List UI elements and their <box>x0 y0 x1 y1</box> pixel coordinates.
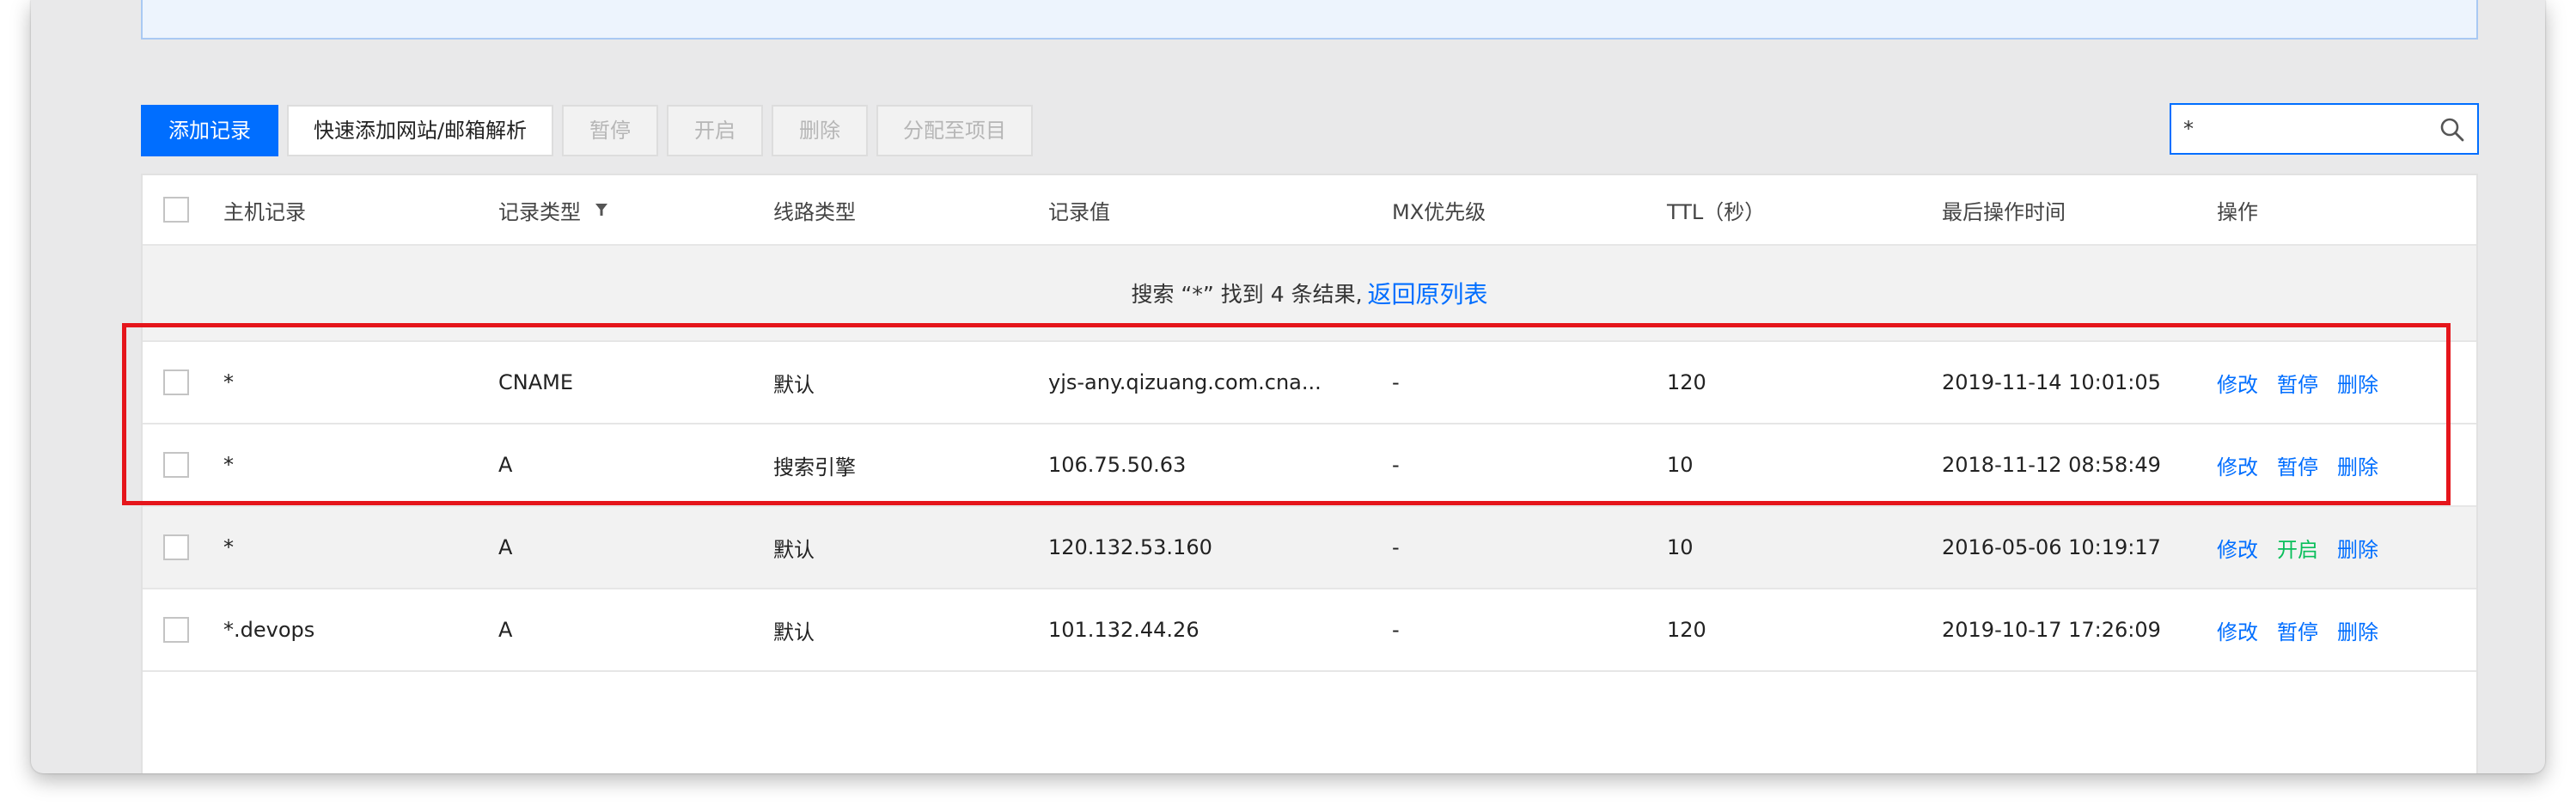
type-cell: A <box>498 618 513 642</box>
actions-cell: 修改 暂停 删除 <box>2217 424 2397 505</box>
delete-link[interactable]: 删除 <box>2337 450 2378 480</box>
select-all-checkbox[interactable] <box>163 197 189 223</box>
actions-cell: 修改 开启 删除 <box>2217 507 2397 588</box>
time-cell: 2018-11-12 08:58:49 <box>1942 453 2161 477</box>
search-result-text: 搜索 “*” 找到 4 条结果, <box>1131 282 1363 307</box>
header-actions: 操作 <box>2217 199 2258 224</box>
assign-project-button[interactable]: 分配至项目 <box>876 105 1033 156</box>
search-result-message: 搜索 “*” 找到 4 条结果, 返回原列表 <box>143 246 2476 340</box>
delete-link[interactable]: 删除 <box>2337 368 2378 398</box>
back-to-list-link[interactable]: 返回原列表 <box>1368 276 1488 310</box>
value-cell: 101.132.44.26 <box>1048 618 1199 642</box>
mx-cell: - <box>1392 453 1400 477</box>
table-row: * CNAME 默认 yjs-any.qizuang.com.cna... - … <box>143 342 2476 424</box>
pause-link[interactable]: 暂停 <box>2277 368 2318 398</box>
host-cell: * <box>223 453 234 477</box>
dns-records-table: 主机记录 记录类型 线路类型 记录值 MX优先级 TTL（秒） 最后操作时间 操… <box>141 174 2478 773</box>
pause-link[interactable]: 暂停 <box>2277 615 2318 645</box>
time-cell: 2019-10-17 17:26:09 <box>1942 618 2161 642</box>
edit-link[interactable]: 修改 <box>2217 450 2258 480</box>
time-cell: 2016-05-06 10:19:17 <box>1942 535 2161 559</box>
host-cell: * <box>223 370 234 394</box>
edit-link[interactable]: 修改 <box>2217 368 2258 398</box>
edit-link[interactable]: 修改 <box>2217 533 2258 563</box>
filter-icon[interactable] <box>593 201 610 218</box>
type-cell: A <box>498 453 513 477</box>
value-cell: 120.132.53.160 <box>1048 535 1212 559</box>
row-checkbox[interactable] <box>163 534 189 560</box>
header-type-label: 记录类型 <box>498 199 581 224</box>
ttl-cell: 120 <box>1667 618 1706 642</box>
delete-link[interactable]: 删除 <box>2337 615 2378 645</box>
row-checkbox[interactable] <box>163 452 189 478</box>
header-ttl: TTL（秒） <box>1667 199 1766 224</box>
line-cell: 默认 <box>773 372 815 397</box>
table-row: *.devops A 默认 101.132.44.26 - 120 2019-1… <box>143 589 2476 672</box>
header-mx: MX优先级 <box>1392 199 1486 224</box>
mx-cell: - <box>1392 618 1400 642</box>
table-header: 主机记录 记录类型 线路类型 记录值 MX优先级 TTL（秒） 最后操作时间 操… <box>143 175 2476 246</box>
host-cell: *.devops <box>223 618 315 642</box>
mx-cell: - <box>1392 535 1400 559</box>
actions-cell: 修改 暂停 删除 <box>2217 342 2397 423</box>
row-checkbox[interactable] <box>163 617 189 643</box>
header-line: 线路类型 <box>773 199 856 224</box>
edit-link[interactable]: 修改 <box>2217 615 2258 645</box>
enable-button[interactable]: 开启 <box>667 105 763 156</box>
header-value: 记录值 <box>1048 199 1110 224</box>
actions-cell: 修改 暂停 删除 <box>2217 589 2397 670</box>
header-host: 主机记录 <box>223 199 306 224</box>
top-notice-banner <box>141 0 2478 40</box>
ttl-cell: 10 <box>1667 535 1694 559</box>
delete-button[interactable]: 删除 <box>772 105 868 156</box>
search-result-row: 搜索 “*” 找到 4 条结果, 返回原列表 <box>143 246 2476 342</box>
search-input[interactable] <box>2183 105 2424 153</box>
search-icon[interactable] <box>2439 117 2465 143</box>
pause-link[interactable]: 暂停 <box>2277 450 2318 480</box>
value-cell: yjs-any.qizuang.com.cna... <box>1048 370 1322 394</box>
table-row: * A 搜索引擎 106.75.50.63 - 10 2018-11-12 08… <box>143 424 2476 507</box>
header-last-modified: 最后操作时间 <box>1942 199 2066 224</box>
type-cell: A <box>498 535 513 559</box>
ttl-cell: 120 <box>1667 370 1706 394</box>
line-cell: 默认 <box>773 620 815 644</box>
search-box <box>2170 103 2479 155</box>
enable-link[interactable]: 开启 <box>2277 533 2318 563</box>
row-checkbox[interactable] <box>163 369 189 395</box>
type-cell: CNAME <box>498 370 573 394</box>
value-cell: 106.75.50.63 <box>1048 453 1187 477</box>
pause-button[interactable]: 暂停 <box>562 105 658 156</box>
host-cell: * <box>223 535 234 559</box>
ttl-cell: 10 <box>1667 453 1694 477</box>
header-type[interactable]: 记录类型 <box>498 175 610 244</box>
app-window: 添加记录 快速添加网站/邮箱解析 暂停 开启 删除 分配至项目 主机记录 记录类… <box>31 0 2545 773</box>
line-cell: 搜索引擎 <box>773 455 856 479</box>
time-cell: 2019-11-14 10:01:05 <box>1942 370 2161 394</box>
mx-cell: - <box>1392 370 1400 394</box>
table-row: * A 默认 120.132.53.160 - 10 2016-05-06 10… <box>143 507 2476 589</box>
add-record-button[interactable]: 添加记录 <box>141 105 278 156</box>
line-cell: 默认 <box>773 537 815 562</box>
delete-link[interactable]: 删除 <box>2337 533 2378 563</box>
quick-add-button[interactable]: 快速添加网站/邮箱解析 <box>287 105 553 156</box>
